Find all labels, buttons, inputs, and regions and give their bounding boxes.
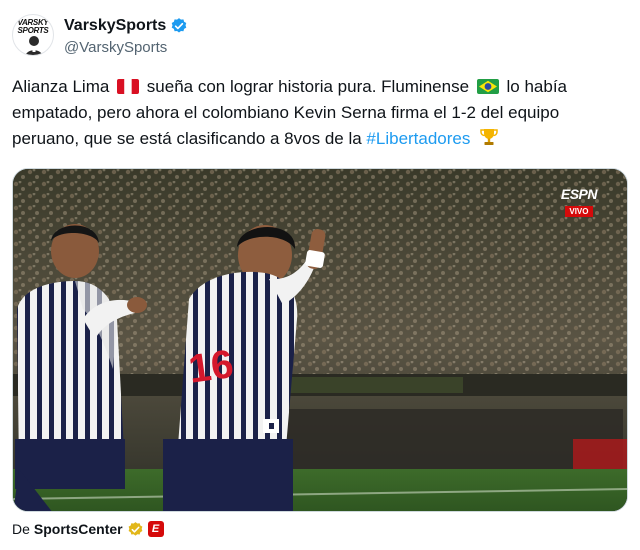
- tweet-text-segment: Alianza Lima: [12, 77, 110, 96]
- media-source-attribution: De SportsCenter E: [12, 519, 164, 539]
- avatar-person-icon: [25, 36, 43, 55]
- avatar-logo-text: VARSKY SPORTS: [17, 18, 49, 35]
- tweet-text-line-3: peruano, que se está clasificando a 8vos…: [12, 126, 628, 152]
- verified-badge-icon: [172, 18, 187, 33]
- peru-flag-icon: [117, 79, 140, 94]
- jersey-number: 16: [186, 342, 236, 392]
- video-frame: 16: [13, 169, 627, 511]
- trophy-icon: [480, 129, 498, 145]
- brazil-flag-icon: [476, 79, 499, 94]
- author-avatar[interactable]: VARSKY SPORTS: [12, 14, 54, 56]
- media-video[interactable]: 16 ESPN VIVO: [12, 168, 628, 512]
- tweet-text: Alianza Lima sueña con lograr historia p…: [12, 74, 628, 152]
- gold-verified-badge-icon: [128, 521, 142, 536]
- live-badge: VIVO: [565, 206, 593, 217]
- tweet-text-segment: lo había: [506, 77, 568, 96]
- tweet-text-line-1: Alianza Lima sueña con lograr historia p…: [12, 74, 628, 100]
- source-prefix: De: [12, 521, 30, 537]
- author-name-row: VarskySports: [64, 15, 188, 37]
- espn-logo: ESPN: [560, 186, 598, 202]
- tweet-text-segment: peruano, que se está clasificando a 8vos…: [12, 129, 362, 148]
- broadcaster-badge: ESPN VIVO: [560, 186, 598, 219]
- source-name-link[interactable]: SportsCenter: [34, 521, 123, 537]
- author-display-name[interactable]: VarskySports: [64, 17, 166, 35]
- tweet-text-segment: sueña con lograr historia pura. Fluminen…: [146, 77, 470, 96]
- sportscenter-logo-icon: E: [147, 521, 164, 537]
- hashtag-link[interactable]: #Libertadores: [366, 129, 470, 148]
- author-handle[interactable]: @VarskySports: [64, 39, 167, 56]
- tweet-text-line-2: empatado, pero ahora el colombiano Kevin…: [12, 103, 560, 122]
- tweet-card: VARSKY SPORTS VarskySports @VarskySports …: [0, 0, 640, 550]
